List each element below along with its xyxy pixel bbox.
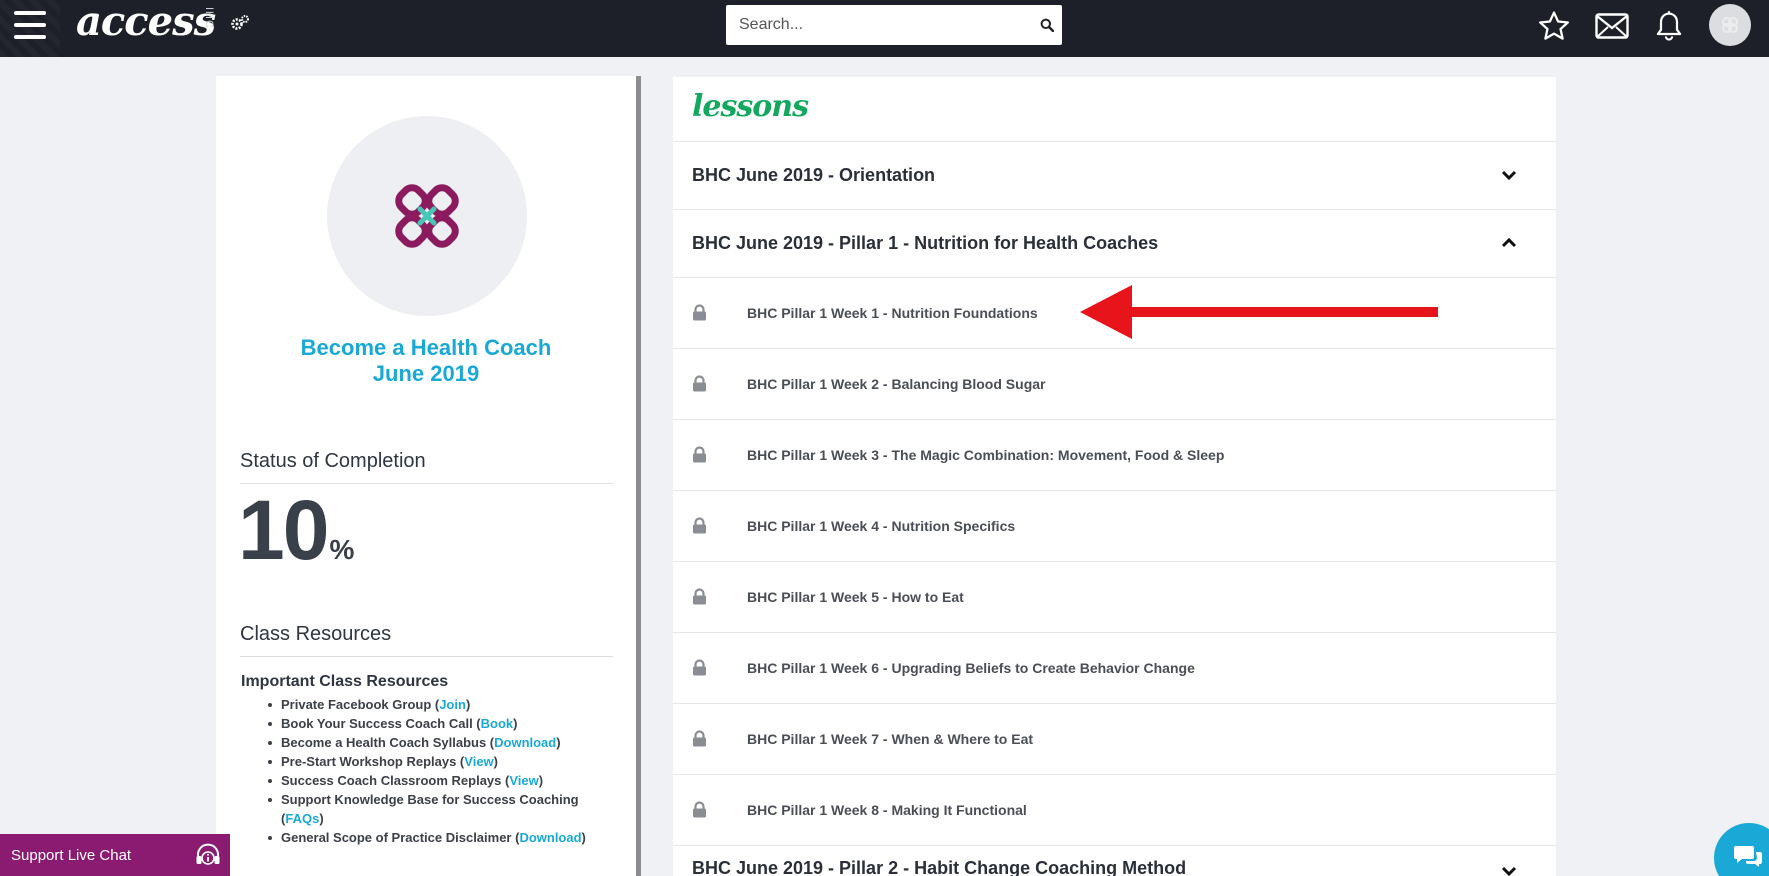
lesson-title: BHC Pillar 1 Week 7 - When & Where to Ea… <box>747 731 1034 747</box>
gears-icon[interactable] <box>230 13 250 33</box>
lock-icon <box>693 730 706 747</box>
course-knot-logo <box>395 184 459 248</box>
resource-link-book[interactable]: Book <box>481 716 514 731</box>
module-pillar-2[interactable]: BHC June 2019 - Pillar 2 - Habit Change … <box>673 845 1556 876</box>
chevron-up-icon[interactable] <box>1500 234 1518 252</box>
course-title-line1: Become a Health Coach <box>300 335 552 360</box>
lock-icon <box>693 446 706 463</box>
list-item: Support Knowledge Base for Success Coach… <box>268 790 621 828</box>
resources-list: Private Facebook Group (Join) Book Your … <box>268 695 621 847</box>
search-input[interactable] <box>726 16 1032 34</box>
chevron-down-icon[interactable] <box>1500 862 1518 876</box>
resource-link-faqs[interactable]: FAQs <box>285 811 319 826</box>
chevron-down-icon[interactable] <box>1500 166 1518 184</box>
completion-value: 10 <box>238 483 329 577</box>
list-item: Book Your Success Coach Call (Book) <box>268 714 621 733</box>
resource-text: Support Knowledge Base for Success Coach… <box>281 792 579 826</box>
course-title: Become a Health Coach June 2019 <box>216 335 636 387</box>
lesson-row[interactable]: BHC Pillar 1 Week 5 - How to Eat <box>673 561 1556 632</box>
logo-subtitle: IHC <box>203 7 215 29</box>
lock-icon <box>693 801 706 818</box>
search-icon[interactable] <box>1032 10 1062 40</box>
list-item: Pre-Start Workshop Replays (View) <box>268 752 621 771</box>
chat-bubble-icon[interactable] <box>1714 823 1769 876</box>
completion-percent: 10 % <box>238 488 354 572</box>
course-sidebar: Become a Health Coach June 2019 Status o… <box>216 76 641 876</box>
avatar[interactable] <box>1709 4 1751 46</box>
list-item: Private Facebook Group (Join) <box>268 695 621 714</box>
resource-paren: ) <box>465 697 471 712</box>
lesson-row[interactable]: BHC Pillar 1 Week 4 - Nutrition Specific… <box>673 490 1556 561</box>
resource-paren: ) <box>538 773 544 788</box>
resource-text: Success Coach Classroom Replays ( <box>281 773 510 788</box>
resource-text: Book Your Success Coach Call ( <box>281 716 481 731</box>
module-title: BHC June 2019 - Pillar 1 - Nutrition for… <box>692 233 1159 253</box>
lesson-row[interactable]: BHC Pillar 1 Week 8 - Making It Function… <box>673 774 1556 845</box>
resource-text: General Scope of Practice Disclaimer ( <box>281 830 520 845</box>
lessons-heading: lessons <box>692 89 809 124</box>
lesson-title: BHC Pillar 1 Week 1 - Nutrition Foundati… <box>747 305 1038 321</box>
resource-text: Become a Health Coach Syllabus ( <box>281 735 495 750</box>
resources-heading: Class Resources <box>240 623 613 657</box>
support-live-chat-button[interactable]: Support Live Chat <box>0 834 230 876</box>
course-title-line2: June 2019 <box>372 361 480 386</box>
lesson-title: BHC Pillar 1 Week 3 - The Magic Combinat… <box>747 447 1225 463</box>
resource-paren: ) <box>493 754 498 769</box>
resource-text: Private Facebook Group ( <box>281 697 440 712</box>
mail-icon[interactable] <box>1594 8 1630 44</box>
lock-icon <box>693 375 706 392</box>
lesson-title: BHC Pillar 1 Week 4 - Nutrition Specific… <box>747 518 1016 534</box>
lesson-row[interactable]: BHC Pillar 1 Week 3 - The Magic Combinat… <box>673 419 1556 490</box>
course-badge <box>327 116 527 316</box>
lock-icon <box>693 517 706 534</box>
resource-link-view-workshop[interactable]: View <box>464 754 493 769</box>
top-bar: access IHC <box>0 0 1769 57</box>
lesson-row[interactable]: BHC Pillar 1 Week 7 - When & Where to Ea… <box>673 703 1556 774</box>
list-item: General Scope of Practice Disclaimer (Do… <box>268 828 621 847</box>
lesson-row[interactable]: BHC Pillar 1 Week 2 - Balancing Blood Su… <box>673 348 1556 419</box>
resource-paren: ) <box>581 830 586 845</box>
bell-icon[interactable] <box>1651 8 1687 44</box>
lesson-title: BHC Pillar 1 Week 6 - Upgrading Beliefs … <box>747 660 1195 676</box>
list-item: Success Coach Classroom Replays (View) <box>268 771 621 790</box>
resource-link-download-disclaimer[interactable]: Download <box>519 830 581 845</box>
resource-paren: ) <box>556 735 561 750</box>
list-item: Become a Health Coach Syllabus (Download… <box>268 733 621 752</box>
module-title: BHC June 2019 - Pillar 2 - Habit Change … <box>692 858 1187 876</box>
red-arrow-annotation <box>1080 285 1438 339</box>
lesson-title: BHC Pillar 1 Week 5 - How to Eat <box>747 589 964 605</box>
resource-text: Pre-Start Workshop Replays ( <box>281 754 465 769</box>
resource-paren: ) <box>319 811 324 826</box>
chat-info-icon <box>196 843 220 865</box>
completion-symbol: % <box>329 534 355 565</box>
module-pillar-1[interactable]: BHC June 2019 - Pillar 1 - Nutrition for… <box>673 209 1556 277</box>
resource-link-download-syllabus[interactable]: Download <box>494 735 556 750</box>
lesson-row[interactable]: BHC Pillar 1 Week 6 - Upgrading Beliefs … <box>673 632 1556 703</box>
star-icon[interactable] <box>1536 8 1572 44</box>
module-orientation[interactable]: BHC June 2019 - Orientation <box>673 141 1556 209</box>
live-chat-label: Support Live Chat <box>11 846 132 864</box>
status-heading: Status of Completion <box>240 450 613 484</box>
search-box <box>726 5 1062 45</box>
resource-link-join[interactable]: Join <box>439 697 466 712</box>
lock-icon <box>693 588 706 605</box>
module-title: BHC June 2019 - Orientation <box>692 165 936 185</box>
resource-paren: ) <box>513 716 518 731</box>
menu-icon[interactable] <box>14 11 46 39</box>
lock-icon <box>693 304 706 321</box>
lock-icon <box>693 659 706 676</box>
logo[interactable]: access <box>76 0 216 50</box>
resource-link-view-classroom[interactable]: View <box>509 773 538 788</box>
resources-subheading: Important Class Resources <box>241 673 449 690</box>
lesson-title: BHC Pillar 1 Week 2 - Balancing Blood Su… <box>747 376 1046 392</box>
lessons-panel: lessons BHC June 2019 - Orientation BHC … <box>673 77 1556 876</box>
lesson-title: BHC Pillar 1 Week 8 - Making It Function… <box>747 802 1027 818</box>
